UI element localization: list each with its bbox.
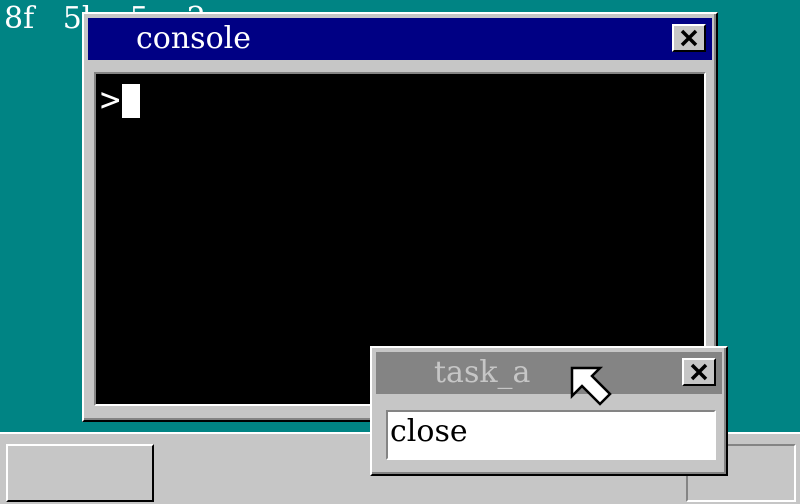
console-window-title: console	[136, 21, 251, 56]
console-titlebar[interactable]: console	[88, 18, 712, 60]
close-x-icon	[680, 29, 698, 47]
task-a-textbox[interactable]: close	[386, 410, 716, 460]
task-a-close-button[interactable]	[682, 358, 716, 386]
console-close-button[interactable]	[672, 24, 706, 52]
start-button[interactable]	[6, 444, 154, 502]
task-a-titlebar[interactable]: task_a	[376, 352, 722, 394]
close-x-icon	[690, 363, 708, 381]
task-a-window: task_a close	[370, 346, 728, 476]
console-prompt: >	[100, 80, 121, 120]
task-a-window-title: task_a	[434, 355, 531, 390]
mouse-pointer-icon	[570, 366, 612, 406]
text-cursor	[122, 84, 140, 118]
